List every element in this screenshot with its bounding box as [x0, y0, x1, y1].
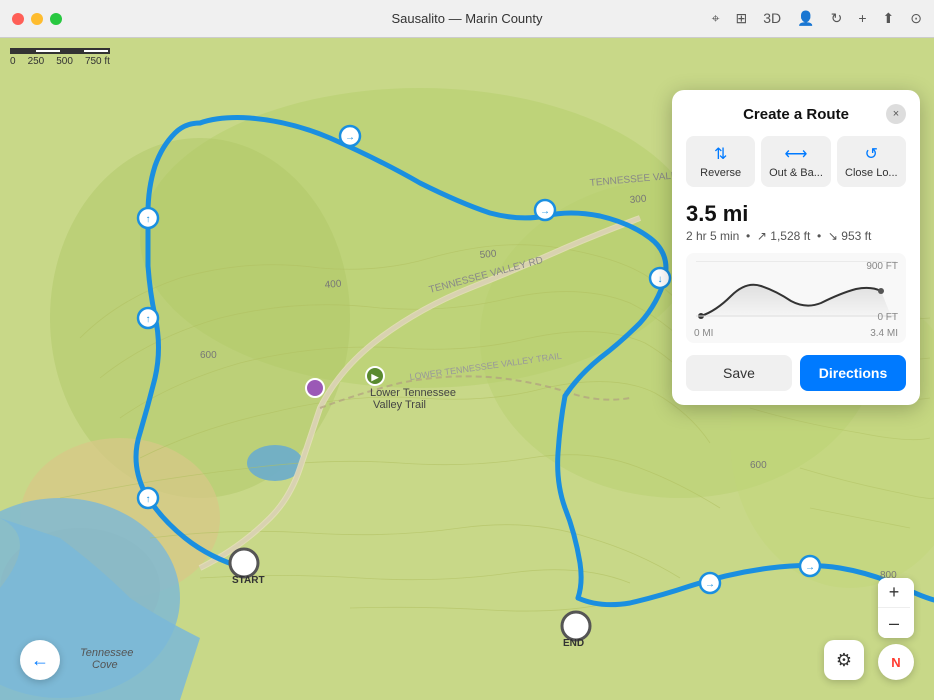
svg-text:END: END	[563, 638, 584, 649]
svg-text:→: →	[705, 579, 715, 590]
filter-button[interactable]: ⚙	[824, 640, 864, 680]
person-icon[interactable]: 👤	[797, 10, 814, 27]
svg-text:↑: ↑	[146, 314, 151, 325]
share-icon[interactable]: ⬆	[883, 10, 895, 27]
zoom-in-button[interactable]: +	[878, 578, 910, 608]
3d-icon[interactable]: 3D	[763, 10, 781, 27]
svg-text:400: 400	[324, 279, 342, 291]
svg-text:600: 600	[750, 460, 767, 471]
compass-button[interactable]: N	[878, 644, 914, 680]
back-button[interactable]: ←	[20, 640, 60, 680]
back-icon: ←	[31, 650, 49, 671]
reverse-icon: ⇅	[714, 144, 727, 164]
scale-label-0: 0	[10, 56, 16, 67]
route-actions: ⇅ Reverse ⟷ Out & Ba... ↺ Close Lo...	[686, 136, 906, 187]
elevation-x-labels: 0 MI 3.4 MI	[694, 328, 898, 339]
route-panel: Create a Route × ⇅ Reverse ⟷ Out & Ba...…	[672, 90, 920, 405]
out-back-icon: ⟷	[785, 144, 808, 164]
zoom-out-button[interactable]: –	[878, 608, 910, 638]
svg-text:500: 500	[479, 249, 497, 261]
scale-label-250: 250	[28, 56, 45, 67]
save-button[interactable]: Save	[686, 355, 792, 391]
elevation-chart: 900 FT 0 FT	[686, 253, 906, 343]
panel-header: Create a Route ×	[686, 104, 906, 124]
out-back-label: Out & Ba...	[769, 167, 823, 179]
svg-text:↓: ↓	[658, 274, 663, 285]
account-icon[interactable]: ⊙	[910, 10, 922, 27]
svg-text:→: →	[540, 206, 550, 217]
window-controls	[12, 13, 62, 25]
route-time: 2 hr 5 min	[686, 229, 739, 243]
svg-text:Tennessee: Tennessee	[80, 647, 133, 659]
refresh-icon[interactable]: ↻	[831, 10, 843, 27]
elevation-x-start: 0 MI	[694, 328, 713, 339]
route-elevation-up: ↗ 1,528 ft	[757, 229, 810, 243]
titlebar-toolbar: ⌖ ⊞ 3D 👤 ↻ + ⬆ ⊙	[712, 10, 922, 27]
zoom-controls: + –	[878, 578, 914, 638]
route-stats: 3.5 mi 2 hr 5 min • ↗ 1,528 ft • ↘ 953 f…	[686, 201, 906, 243]
panel-title: Create a Route	[706, 106, 886, 123]
svg-text:▶: ▶	[371, 372, 380, 382]
scale-label-750: 750 ft	[85, 56, 110, 67]
elevation-y-bottom: 0 FT	[866, 312, 898, 323]
route-elevation-down: ↘ 953 ft	[828, 229, 871, 243]
close-loop-button[interactable]: ↺ Close Lo...	[837, 136, 906, 187]
window-title: Sausalito — Marin County	[391, 11, 542, 26]
out-back-button[interactable]: ⟷ Out & Ba...	[761, 136, 830, 187]
titlebar: Sausalito — Marin County ⌖ ⊞ 3D 👤 ↻ + ⬆ …	[0, 0, 934, 38]
compass-icon: N	[891, 655, 900, 670]
close-loop-label: Close Lo...	[845, 167, 898, 179]
directions-button[interactable]: Directions	[800, 355, 906, 391]
location-icon[interactable]: ⌖	[712, 10, 720, 27]
elevation-y-labels: 900 FT 0 FT	[866, 261, 898, 323]
svg-text:START: START	[232, 575, 265, 586]
svg-text:↑: ↑	[146, 494, 151, 505]
map-layers-icon[interactable]: ⊞	[736, 10, 748, 27]
map-container[interactable]: ↑ ↑ ↑ → → ↓ → → ▶ 400 500 300 300 600 60…	[0, 38, 934, 700]
route-details: 2 hr 5 min • ↗ 1,528 ft • ↘ 953 ft	[686, 229, 906, 243]
reverse-button[interactable]: ⇅ Reverse	[686, 136, 755, 187]
svg-text:Valley Trail: Valley Trail	[373, 399, 426, 411]
minimize-window-button[interactable]	[31, 13, 43, 25]
close-window-button[interactable]	[12, 13, 24, 25]
svg-text:Cove: Cove	[92, 659, 118, 671]
route-buttons: Save Directions	[686, 355, 906, 391]
elevation-x-end: 3.4 MI	[870, 328, 898, 339]
maximize-window-button[interactable]	[50, 13, 62, 25]
svg-text:600: 600	[200, 350, 217, 361]
svg-text:Lower Tennessee: Lower Tennessee	[370, 387, 456, 399]
route-distance: 3.5 mi	[686, 201, 906, 227]
panel-close-button[interactable]: ×	[886, 104, 906, 124]
close-loop-icon: ↺	[865, 144, 878, 164]
reverse-label: Reverse	[700, 167, 741, 179]
map-controls: + – N	[878, 578, 914, 680]
elevation-y-top: 900 FT	[866, 261, 898, 272]
svg-text:↑: ↑	[146, 214, 151, 225]
filter-icon: ⚙	[836, 650, 852, 671]
scale-bar: 0 250 500 750 ft	[10, 48, 110, 67]
add-icon[interactable]: +	[858, 10, 866, 27]
svg-text:→: →	[805, 562, 815, 573]
svg-text:300: 300	[629, 194, 647, 206]
svg-text:→: →	[345, 132, 355, 143]
scale-label-500: 500	[56, 56, 73, 67]
